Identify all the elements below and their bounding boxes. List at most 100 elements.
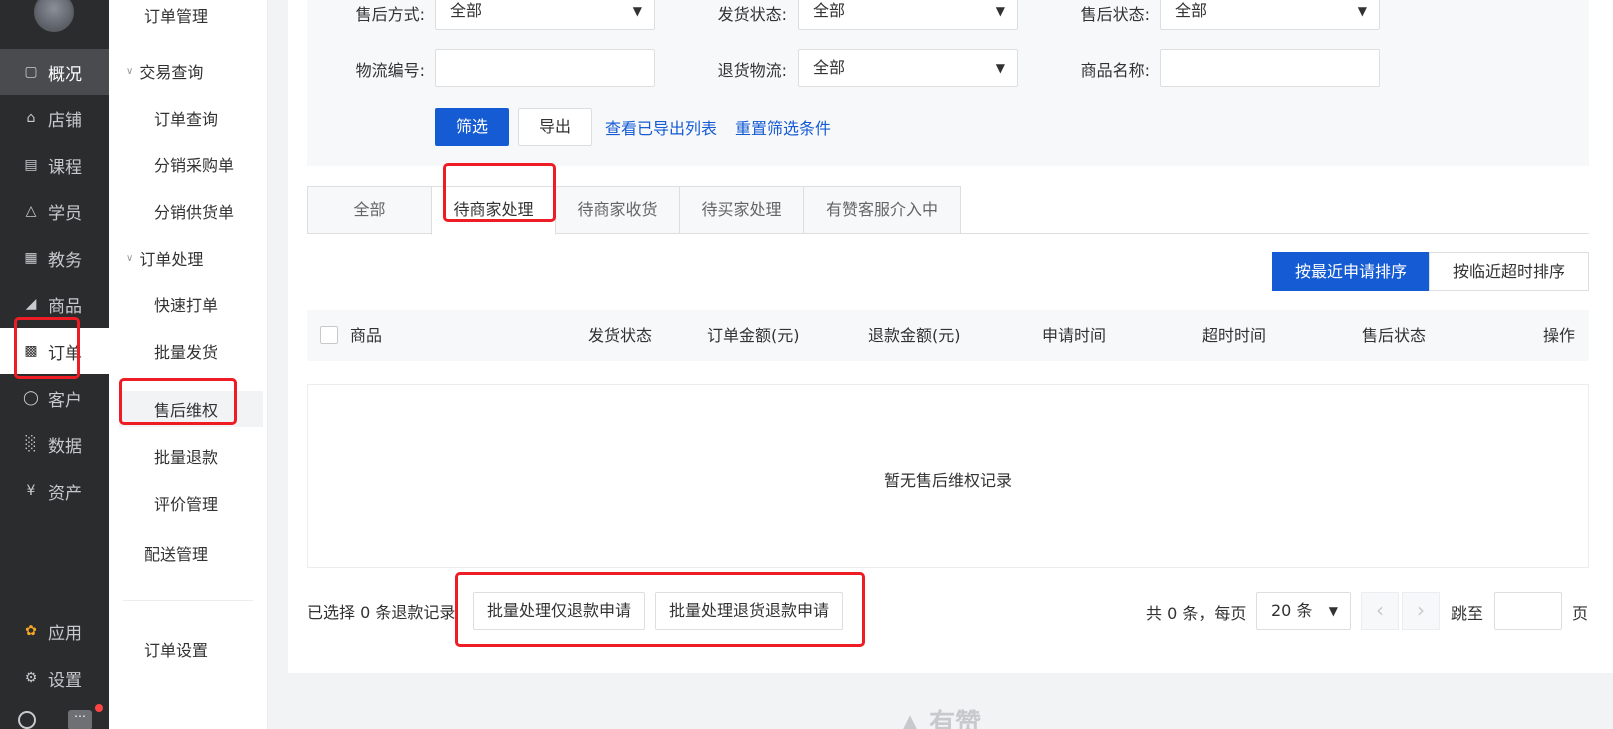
sidebar-title-label: 订单管理 xyxy=(144,7,209,26)
bar-chart-icon: ░ xyxy=(25,436,37,452)
footer-brand-logo: ▲ 有赞 xyxy=(900,703,981,729)
sidebar-item-label: 订单设置 xyxy=(144,641,209,660)
batch-return-refund-button[interactable]: 批量处理退货退款申请 xyxy=(655,592,843,630)
nav-item-label: 应用 xyxy=(48,623,82,644)
ship-status-label: 发货状态: xyxy=(717,5,787,24)
table-header: 商品 发货状态 订单金额(元) 退款金额(元) 申请时间 超时时间 售后状态 操… xyxy=(307,310,1589,361)
tag-icon: ◢ xyxy=(25,296,37,312)
col-order-amount: 订单金额(元) xyxy=(707,326,800,345)
select-all-checkbox[interactable] xyxy=(320,326,338,344)
footer-brand-text: 有赞 xyxy=(929,709,982,729)
empty-state: 暂无售后维权记录 xyxy=(307,384,1589,568)
select-value: 20 条 xyxy=(1271,601,1313,620)
tab-pending-buyer[interactable]: 待买家处理 xyxy=(679,186,804,234)
sidebar-group-trade-query[interactable]: ∨ 交易查询 xyxy=(109,53,268,89)
nav-item-academic[interactable]: ▦ 教务 xyxy=(0,235,109,281)
page-unit-label: 页 xyxy=(1572,604,1589,623)
product-name-label: 商品名称: xyxy=(1080,61,1150,80)
caret-down-icon: ▼ xyxy=(1357,4,1367,18)
jump-page-input[interactable] xyxy=(1494,592,1562,630)
after-sale-status-select[interactable]: 全部 ▼ xyxy=(1160,0,1380,30)
tab-pending-merchant[interactable]: 待商家处理 xyxy=(431,186,556,235)
user-icon: ◯ xyxy=(23,390,39,406)
sidebar-item-order-query[interactable]: 订单查询 xyxy=(109,100,268,136)
nav-item-customer[interactable]: ◯ 客户 xyxy=(0,375,109,421)
tab-pending-receipt[interactable]: 待商家收货 xyxy=(555,186,680,234)
total-count: 共 0 条，每页 xyxy=(1146,604,1247,623)
nav-item-data[interactable]: ░ 数据 xyxy=(0,421,109,467)
nav-item-course[interactable]: ▤ 课程 xyxy=(0,142,109,188)
sidebar-item-batch-refund[interactable]: 批量退款 xyxy=(109,438,268,474)
nav-item-label: 设置 xyxy=(48,670,82,691)
export-button[interactable]: 导出 xyxy=(518,108,592,146)
sidebar-item-quick-print[interactable]: 快速打单 xyxy=(109,286,268,322)
sidebar-item-label: 订单查询 xyxy=(154,110,219,129)
sidebar-title[interactable]: 订单管理 xyxy=(109,0,268,33)
nav-item-label: 数据 xyxy=(48,436,82,457)
sidebar-item-label: 配送管理 xyxy=(144,545,209,564)
sidebar-item-delivery[interactable]: 配送管理 xyxy=(109,535,268,571)
sidebar-item-review[interactable]: 评价管理 xyxy=(109,485,268,521)
store-icon: ⌂ xyxy=(26,110,36,126)
ship-status-select[interactable]: 全部 ▼ xyxy=(798,0,1018,30)
nav-item-order[interactable]: ▩ 订单 xyxy=(0,328,109,374)
caret-down-icon: ▼ xyxy=(632,4,642,18)
filter-button[interactable]: 筛选 xyxy=(435,108,509,146)
sidebar-group-order-processing[interactable]: ∨ 订单处理 xyxy=(109,240,268,276)
sidebar-item-distribution-purchase[interactable]: 分销采购单 xyxy=(109,146,268,182)
logistics-no-input[interactable] xyxy=(435,49,655,87)
sidebar-item-order-settings[interactable]: 订单设置 xyxy=(109,631,268,667)
nav-item-label: 店铺 xyxy=(48,110,82,131)
nav-item-product[interactable]: ◢ 商品 xyxy=(0,281,109,327)
prev-page-button[interactable]: ‹ xyxy=(1361,592,1399,630)
return-logistics-select[interactable]: 全部 ▼ xyxy=(798,49,1018,87)
batch-refund-only-button[interactable]: 批量处理仅退款申请 xyxy=(473,592,645,630)
after-sale-status-label: 售后状态: xyxy=(1080,5,1150,24)
next-page-button[interactable]: › xyxy=(1402,592,1440,630)
view-exported-link[interactable]: 查看已导出列表 xyxy=(605,115,717,139)
nav-item-assets[interactable]: ¥ 资产 xyxy=(0,468,109,514)
sidebar-item-label: 分销采购单 xyxy=(154,156,235,175)
monitor-icon: ▢ xyxy=(24,64,38,80)
nav-item-label: 课程 xyxy=(48,157,82,178)
select-value: 全部 xyxy=(813,1,846,20)
sidebar-item-label: 分销供货单 xyxy=(154,203,235,222)
after-sale-method-label: 售后方式: xyxy=(355,5,425,24)
gear-icon: ⚙ xyxy=(24,670,38,686)
nav-item-apps[interactable]: ✿ 应用 xyxy=(0,608,109,654)
jump-to-label: 跳至 xyxy=(1451,604,1484,623)
nav-item-student[interactable]: △ 学员 xyxy=(0,188,109,234)
sidebar-item-label: 评价管理 xyxy=(154,495,219,514)
sidebar-item-distribution-supply[interactable]: 分销供货单 xyxy=(109,193,268,229)
sidebar-item-after-sales[interactable]: 售后维权 xyxy=(119,391,263,427)
product-name-input[interactable] xyxy=(1160,49,1380,87)
sidebar-item-label: 批量退款 xyxy=(154,448,219,467)
after-sale-method-select[interactable]: 全部 ▼ xyxy=(435,0,655,30)
notification-dot xyxy=(95,704,103,712)
reset-filters-link[interactable]: 重置筛选条件 xyxy=(735,115,831,139)
col-ship-status: 发货状态 xyxy=(588,326,653,345)
sidebar-item-batch-ship[interactable]: 批量发货 xyxy=(109,333,268,369)
message-icon[interactable]: ⋯ xyxy=(68,710,92,729)
sort-timeout-button[interactable]: 按临近超时排序 xyxy=(1429,252,1589,291)
caret-down-icon: ▼ xyxy=(1328,604,1338,618)
nav-item-overview[interactable]: ▢ 概况 xyxy=(0,49,109,95)
order-doc-icon: ▩ xyxy=(24,343,38,359)
col-actions: 操作 xyxy=(1543,326,1576,345)
tab-service-intervention[interactable]: 有赞客服介入中 xyxy=(803,186,961,234)
nav-item-label: 资产 xyxy=(48,483,82,504)
sidebar-group-label: 交易查询 xyxy=(139,63,204,82)
col-timeout-time: 超时时间 xyxy=(1202,326,1267,345)
yen-circle-icon: ¥ xyxy=(26,483,36,499)
avatar[interactable] xyxy=(34,0,74,32)
graduation-cap-icon: △ xyxy=(25,203,37,219)
select-value: 全部 xyxy=(813,58,846,77)
search-icon[interactable] xyxy=(18,711,36,729)
nav-item-settings[interactable]: ⚙ 设置 xyxy=(0,655,109,701)
caret-down-icon: ▼ xyxy=(995,4,1005,18)
tab-all[interactable]: 全部 xyxy=(307,186,432,234)
page-size-select[interactable]: 20 条 ▼ xyxy=(1256,592,1351,630)
sort-recent-button[interactable]: 按最近申请排序 xyxy=(1272,252,1430,291)
nav-item-label: 商品 xyxy=(48,296,82,317)
nav-item-store[interactable]: ⌂ 店铺 xyxy=(0,95,109,141)
